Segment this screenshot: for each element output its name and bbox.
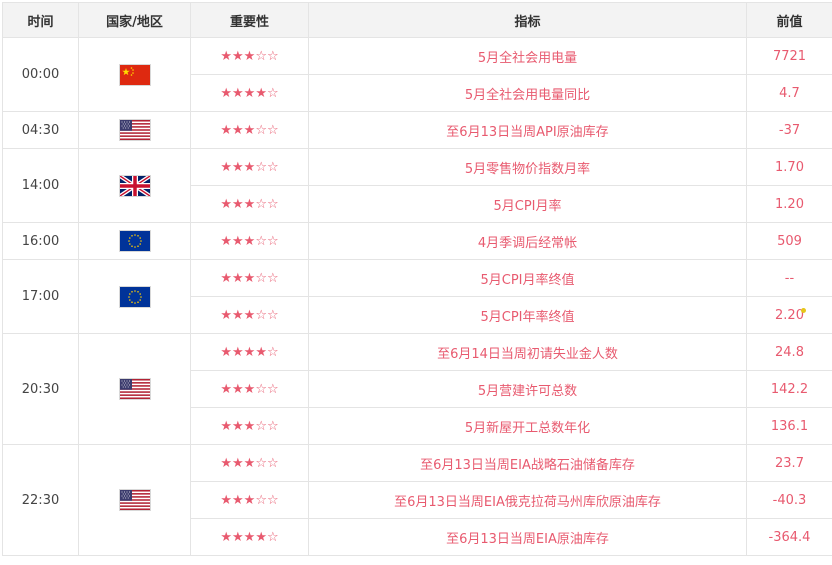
indicator-link[interactable]: 5月营建许可总数 bbox=[309, 371, 747, 408]
previous-value-text: 4.7 bbox=[779, 86, 800, 101]
indicator-link[interactable]: 至6月13日当周EIA原油库存 bbox=[309, 519, 747, 556]
previous-value: 7721 bbox=[747, 38, 832, 75]
previous-value-text: 509 bbox=[777, 234, 802, 249]
eu-flag-icon bbox=[120, 231, 150, 251]
economic-calendar-table: 时间 国家/地区 重要性 指标 前值 00:00 ★★★☆☆5月全社会用电量77… bbox=[2, 2, 832, 556]
indicator-link[interactable]: 至6月13日当周EIA战略石油储备库存 bbox=[309, 445, 747, 482]
table-row: 22:30 ★★★☆☆至6月13日当周EIA战略石油储备库存23.7 bbox=[3, 445, 832, 482]
country-cell bbox=[79, 38, 191, 112]
us-flag-icon bbox=[120, 490, 150, 510]
table-row: 17:00 ★★★☆☆5月CPI月率终值-- bbox=[3, 260, 832, 297]
previous-value-text: 142.2 bbox=[771, 382, 808, 397]
importance-stars: ★★★☆☆ bbox=[191, 408, 309, 445]
time-cell: 20:30 bbox=[3, 334, 79, 445]
previous-value-text: 7721 bbox=[773, 49, 806, 64]
previous-value: 4.7 bbox=[747, 75, 832, 112]
time-cell: 14:00 bbox=[3, 149, 79, 223]
country-cell bbox=[79, 112, 191, 149]
importance-stars: ★★★☆☆ bbox=[191, 260, 309, 297]
importance-stars: ★★★☆☆ bbox=[191, 371, 309, 408]
previous-value: -40.3 bbox=[747, 482, 832, 519]
country-cell bbox=[79, 260, 191, 334]
table-row: 14:00 ★★★☆☆5月零售物价指数月率1.70 bbox=[3, 149, 832, 186]
header-previous: 前值 bbox=[747, 3, 832, 38]
time-cell: 00:00 bbox=[3, 38, 79, 112]
header-importance: 重要性 bbox=[191, 3, 309, 38]
previous-value: 23.7 bbox=[747, 445, 832, 482]
time-cell: 17:00 bbox=[3, 260, 79, 334]
us-flag-icon bbox=[120, 379, 150, 399]
table-row: 00:00 ★★★☆☆5月全社会用电量7721 bbox=[3, 38, 832, 75]
previous-value: 136.1 bbox=[747, 408, 832, 445]
header-indicator: 指标 bbox=[309, 3, 747, 38]
previous-value-text: -364.4 bbox=[769, 530, 811, 545]
importance-stars: ★★★★☆ bbox=[191, 334, 309, 371]
previous-value-text: 136.1 bbox=[771, 419, 808, 434]
table-row: 20:30 ★★★★☆至6月14日当周初请失业金人数24.8 bbox=[3, 334, 832, 371]
importance-stars: ★★★☆☆ bbox=[191, 482, 309, 519]
previous-value-text: 24.8 bbox=[775, 345, 804, 360]
previous-value-text: -40.3 bbox=[773, 493, 807, 508]
importance-stars: ★★★★☆ bbox=[191, 75, 309, 112]
table-header-row: 时间 国家/地区 重要性 指标 前值 bbox=[3, 3, 832, 38]
previous-value: 1.70 bbox=[747, 149, 832, 186]
time-cell: 04:30 bbox=[3, 112, 79, 149]
indicator-link[interactable]: 至6月13日当周EIA俄克拉荷马州库欣原油库存 bbox=[309, 482, 747, 519]
indicator-link[interactable]: 5月CPI月率终值 bbox=[309, 260, 747, 297]
previous-value-text: 2.20 bbox=[775, 308, 804, 323]
previous-value: -364.4 bbox=[747, 519, 832, 556]
indicator-link[interactable]: 5月零售物价指数月率 bbox=[309, 149, 747, 186]
indicator-link[interactable]: 5月新屋开工总数年化 bbox=[309, 408, 747, 445]
uk-flag-icon bbox=[120, 176, 150, 196]
importance-stars: ★★★☆☆ bbox=[191, 445, 309, 482]
header-time: 时间 bbox=[3, 3, 79, 38]
previous-value: 509 bbox=[747, 223, 832, 260]
country-cell bbox=[79, 223, 191, 260]
previous-value: -37 bbox=[747, 112, 832, 149]
indicator-link[interactable]: 5月CPI年率终值 bbox=[309, 297, 747, 334]
country-cell bbox=[79, 149, 191, 223]
time-cell: 22:30 bbox=[3, 445, 79, 556]
status-dot-icon bbox=[801, 308, 806, 313]
table-body: 00:00 ★★★☆☆5月全社会用电量7721★★★★☆5月全社会用电量同比4.… bbox=[3, 38, 832, 556]
country-cell bbox=[79, 445, 191, 556]
importance-stars: ★★★☆☆ bbox=[191, 149, 309, 186]
indicator-link[interactable]: 5月全社会用电量 bbox=[309, 38, 747, 75]
indicator-link[interactable]: 至6月13日当周API原油库存 bbox=[309, 112, 747, 149]
previous-value: 1.20 bbox=[747, 186, 832, 223]
previous-value: 24.8 bbox=[747, 334, 832, 371]
indicator-link[interactable]: 5月CPI月率 bbox=[309, 186, 747, 223]
indicator-link[interactable]: 至6月14日当周初请失业金人数 bbox=[309, 334, 747, 371]
country-cell bbox=[79, 334, 191, 445]
importance-stars: ★★★☆☆ bbox=[191, 112, 309, 149]
importance-stars: ★★★☆☆ bbox=[191, 297, 309, 334]
indicator-link[interactable]: 4月季调后经常帐 bbox=[309, 223, 747, 260]
previous-value-text: -37 bbox=[779, 123, 800, 138]
previous-value-text: 1.70 bbox=[775, 160, 804, 175]
previous-value: 142.2 bbox=[747, 371, 832, 408]
table-row: 04:30 ★★★☆☆至6月13日当周API原油库存 -37 bbox=[3, 112, 832, 149]
header-country: 国家/地区 bbox=[79, 3, 191, 38]
indicator-link[interactable]: 5月全社会用电量同比 bbox=[309, 75, 747, 112]
time-cell: 16:00 bbox=[3, 223, 79, 260]
importance-stars: ★★★★☆ bbox=[191, 519, 309, 556]
previous-value-text: 23.7 bbox=[775, 456, 804, 471]
us-flag-icon bbox=[120, 120, 150, 140]
importance-stars: ★★★☆☆ bbox=[191, 186, 309, 223]
previous-value-text: -- bbox=[785, 271, 794, 286]
table-row: 16:00 ★★★☆☆4月季调后经常帐 509 bbox=[3, 223, 832, 260]
previous-value: 2.20 bbox=[747, 297, 832, 334]
previous-value: -- bbox=[747, 260, 832, 297]
previous-value-text: 1.20 bbox=[775, 197, 804, 212]
cn-flag-icon bbox=[120, 65, 150, 85]
eu-flag-icon bbox=[120, 287, 150, 307]
importance-stars: ★★★☆☆ bbox=[191, 38, 309, 75]
importance-stars: ★★★☆☆ bbox=[191, 223, 309, 260]
